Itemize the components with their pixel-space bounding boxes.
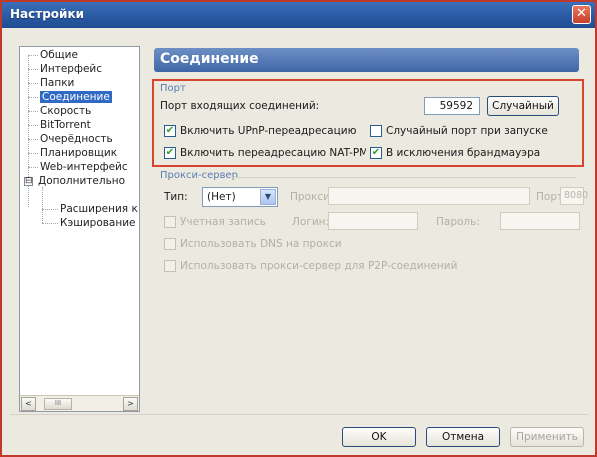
natpmp-label: Включить переадресацию NAT-PM [180, 147, 366, 159]
proxy-password-input[interactable] [500, 212, 580, 230]
incoming-port-input[interactable]: 59592 [424, 97, 480, 115]
tree-item-label: Очерёдность [40, 133, 113, 145]
tree-item-label: Соединение [40, 91, 112, 103]
upnp-label: Включить UPnP-переадресацию [180, 125, 357, 137]
tree-connector [28, 69, 38, 70]
checkmark-icon: ✔ [371, 147, 381, 158]
tree-item-label: Web-интерфейс [40, 161, 128, 173]
tree-item-label: Дополнительно [38, 175, 126, 187]
scroll-left-icon[interactable]: < [21, 397, 36, 411]
tree-item-advanced[interactable]: Дополнительно [38, 175, 125, 188]
tree-item-extensions[interactable]: Расширения к [60, 203, 138, 216]
page-title: Соединение [154, 48, 579, 72]
tree-item-folders[interactable]: Папки [40, 77, 74, 90]
proxy-login-input[interactable] [328, 212, 418, 230]
tree-item-label: Планировщик [40, 147, 118, 159]
tree-connector [28, 83, 38, 84]
apply-button[interactable]: Применить [510, 427, 584, 447]
firewall-exception-label: В исключения брандмауэра [386, 147, 541, 159]
tree-item-bittorrent[interactable]: BitTorrent [40, 119, 91, 132]
proxy-type-select[interactable]: (Нет) ▼ [202, 187, 278, 207]
proxy-auth-checkbox[interactable] [164, 216, 176, 228]
proxy-type-value: (Нет) [207, 191, 236, 203]
proxy-p2p-checkbox[interactable] [164, 260, 176, 272]
tree-connector [28, 167, 38, 168]
proxy-dns-checkbox[interactable] [164, 238, 176, 250]
proxy-host-label: Прокси: [290, 191, 334, 203]
tree-item-label: Папки [40, 77, 75, 89]
proxy-host-input[interactable] [328, 187, 530, 205]
checkmark-icon: ✔ [165, 125, 175, 136]
proxy-dns-label: Использовать DNS на прокси [180, 238, 342, 250]
tree-item-label: Расширения к [60, 203, 138, 215]
proxy-password-label: Пароль: [436, 216, 480, 228]
tree-item-label: BitTorrent [40, 119, 91, 131]
close-button[interactable]: ✕ [572, 5, 591, 24]
scroll-right-icon[interactable]: > [123, 397, 138, 411]
upnp-checkbox[interactable]: ✔ [164, 125, 176, 137]
tree-connector [28, 55, 38, 56]
settings-window: Настройки ✕ Общие Интерфейс Папки Соедин… [0, 0, 597, 457]
firewall-exception-checkbox[interactable]: ✔ [370, 147, 382, 159]
tree-connector [28, 153, 38, 154]
tree-item-label: Общие [40, 49, 78, 61]
tree-connector [28, 97, 38, 98]
title-bar[interactable]: Настройки ✕ [2, 2, 595, 28]
ok-button[interactable]: OK [342, 427, 416, 447]
tree-connector [42, 209, 58, 210]
proxy-group-title: Прокси-сервер [160, 170, 239, 181]
close-icon: ✕ [576, 6, 587, 21]
settings-tree: Общие Интерфейс Папки Соединение Скорост… [19, 46, 140, 412]
natpmp-checkbox[interactable]: ✔ [164, 147, 176, 159]
tree-item-queue[interactable]: Очерёдность [40, 133, 113, 146]
tree-connector [42, 223, 58, 224]
tree-item-speed[interactable]: Скорость [40, 105, 91, 118]
tree-item-label: Кэширование [60, 217, 136, 229]
chevron-down-icon[interactable]: ▼ [260, 189, 276, 205]
tree-connector [42, 187, 43, 223]
port-group-title: Порт [160, 83, 186, 94]
cancel-button[interactable]: Отмена [426, 427, 500, 447]
random-port-on-start-label: Случайный порт при запуске [386, 125, 548, 137]
scroll-thumb[interactable]: III [44, 398, 72, 410]
connection-panel: Соединение Порт Порт входящих соединений… [150, 46, 588, 412]
tree-item-scheduler[interactable]: Планировщик [40, 147, 117, 160]
tree-item-general[interactable]: Общие [40, 49, 78, 62]
tree-item-caching[interactable]: Кэширование [60, 217, 136, 230]
random-port-button[interactable]: Случайный [487, 96, 559, 116]
tree-item-label: Скорость [40, 105, 92, 117]
proxy-p2p-label: Использовать прокси-сервер для P2P-соеди… [180, 260, 458, 272]
bottom-divider [10, 414, 588, 415]
proxy-login-label: Логин: [292, 216, 330, 228]
tree-item-label: Интерфейс [40, 63, 102, 75]
tree-connector [28, 125, 38, 126]
proxy-type-label: Тип: [164, 191, 188, 203]
proxy-group-divider [230, 177, 576, 178]
checkmark-icon: ✔ [165, 147, 175, 158]
tree-item-interface[interactable]: Интерфейс [40, 63, 102, 76]
collapse-icon[interactable]: ⊟ [24, 177, 33, 186]
tree-item-connection[interactable]: Соединение [40, 91, 112, 104]
tree-connector [28, 111, 38, 112]
tree-horizontal-scrollbar[interactable]: < III > [20, 395, 139, 411]
random-port-on-start-checkbox[interactable] [370, 125, 382, 137]
proxy-auth-label: Учетная запись [180, 216, 266, 228]
tree-connector [28, 139, 38, 140]
incoming-port-label: Порт входящих соединений: [160, 100, 320, 112]
tree-item-web-ui[interactable]: Web-интерфейс [40, 161, 128, 174]
proxy-port-input[interactable]: 8080 [560, 187, 588, 205]
window-title: Настройки [10, 7, 85, 21]
